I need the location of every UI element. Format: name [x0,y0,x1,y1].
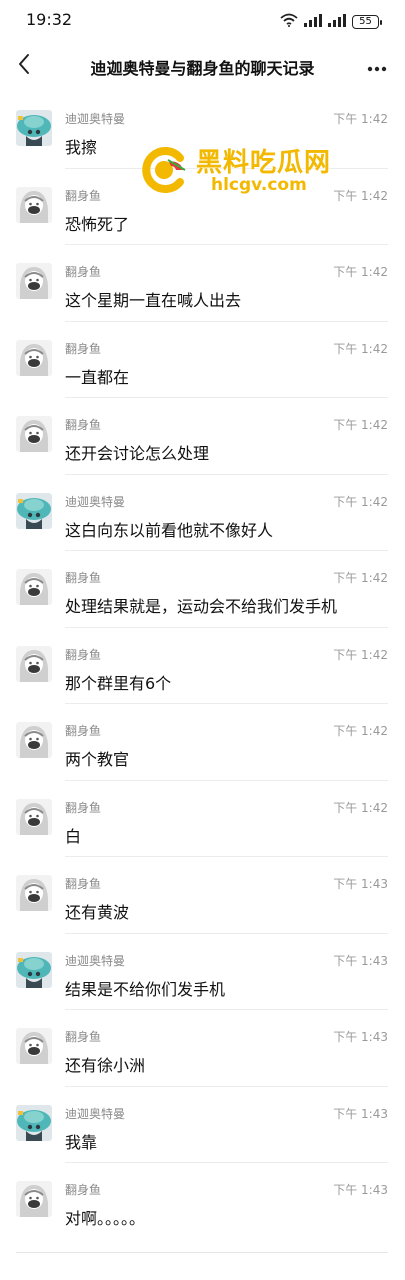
message-text: 结果是不给你们发手机 [65,979,226,999]
message-item[interactable]: 翻身鱼 下午 1:42 那个群里有6个 [0,628,405,704]
message-time: 下午 1:42 [333,341,388,356]
message-text: 处理结果就是，运动会不给我们发手机 [65,597,338,616]
sender-name: 翻身鱼 [65,647,102,662]
message-time: 下午 1:42 [333,494,388,509]
list-end-divider [16,1252,388,1253]
message-time: 下午 1:42 [333,418,388,432]
watermark: 黑料吃瓜网 hlcgv.com [138,142,338,202]
message-item[interactable]: 翻身鱼 下午 1:42 这个星期一直在喊人出去 [0,245,405,322]
message-time: 下午 1:43 [333,1183,388,1197]
page-title: 迪迦奥特曼与翻身鱼的聊天记录 [90,59,315,78]
message-item[interactable]: 迪迦奥特曼 下午 1:42 这白向东以前看他就不像好人 [0,475,405,551]
message-text: 恐怖死了 [65,214,130,234]
avatar[interactable] [16,1181,52,1217]
watermark-url: hlcgv.com [211,175,307,195]
sender-name: 翻身鱼 [65,341,102,356]
message-text: 这白向东以前看他就不像好人 [65,520,274,540]
message-item[interactable]: 翻身鱼 下午 1:42 白 [0,781,405,857]
sender-name: 翻身鱼 [65,188,102,203]
message-list[interactable]: 迪迦奥特曼 下午 1:42 我擦 翻身鱼 下午 1:42 恐怖死了 翻身鱼 下午 1:42 这个… [0,92,405,1256]
message-text: 一直都在 [65,367,130,387]
battery-icon: 55 [352,14,382,29]
avatar[interactable] [16,1028,52,1064]
sender-name: 迪迦奥特曼 [65,953,126,968]
message-text: 还有黄波 [65,903,130,922]
avatar[interactable] [16,110,52,146]
avatar[interactable] [16,339,52,376]
message-time: 下午 1:42 [333,265,388,279]
message-time: 下午 1:42 [333,571,388,585]
signal-icon [328,12,346,31]
avatar[interactable] [16,951,52,988]
message-item[interactable]: 翻身鱼 下午 1:43 还有黄波 [0,857,405,934]
avatar[interactable] [16,722,52,758]
sender-name: 翻身鱼 [65,1183,102,1197]
avatar[interactable] [16,875,52,911]
avatar[interactable] [16,798,52,835]
message-time: 下午 1:42 [333,647,388,662]
signal-icon [304,12,322,31]
message-text: 还开会讨论怎么处理 [65,444,210,463]
message-text: 还有徐小洲 [65,1056,146,1075]
sender-name: 翻身鱼 [65,418,102,432]
message-time: 下午 1:43 [333,1030,388,1044]
back-button[interactable] [10,52,38,80]
avatar[interactable] [16,263,52,299]
avatar[interactable] [16,569,52,605]
message-text: 这个星期一直在喊人出去 [65,291,242,310]
avatar[interactable] [16,1104,52,1141]
more-options-button[interactable] [363,52,391,80]
status-bar: 19:32 55 [0,0,405,40]
sender-name: 迪迦奥特曼 [65,112,126,126]
status-icons: 55 [280,12,382,31]
message-time: 下午 1:42 [333,724,388,738]
message-item[interactable]: 迪迦奥特曼 下午 1:43 结果是不给你们发手机 [0,934,405,1010]
message-time: 下午 1:42 [333,188,388,203]
watermark-logo-icon [138,144,190,200]
sender-name: 翻身鱼 [65,800,102,815]
sender-name: 迪迦奥特曼 [65,1106,126,1121]
avatar[interactable] [16,645,52,682]
chat-header: 迪迦奥特曼与翻身鱼的聊天记录 [0,40,405,92]
watermark-title: 黑料吃瓜网 [196,148,332,178]
sender-name: 迪迦奥特曼 [65,494,126,509]
message-text: 那个群里有6个 [65,673,172,693]
avatar[interactable] [16,492,52,529]
message-item[interactable]: 翻身鱼 下午 1:43 对啊。。。。。 [0,1163,405,1240]
status-time: 19:32 [26,10,73,29]
message-item[interactable]: 翻身鱼 下午 1:42 还开会讨论怎么处理 [0,398,405,475]
message-time: 下午 1:43 [333,1106,388,1121]
sender-name: 翻身鱼 [65,724,102,738]
sender-name: 翻身鱼 [65,265,102,279]
message-item[interactable]: 翻身鱼 下午 1:43 还有徐小洲 [0,1010,405,1087]
more-dots-icon [367,57,387,76]
message-time: 下午 1:43 [333,953,388,968]
message-time: 下午 1:43 [333,877,388,891]
message-item[interactable]: 翻身鱼 下午 1:42 两个教官 [0,704,405,781]
sender-name: 翻身鱼 [65,571,102,585]
message-text: 对啊。。。。。 [65,1209,146,1228]
avatar[interactable] [16,416,52,452]
message-time: 下午 1:42 [333,800,388,815]
avatar[interactable] [16,186,52,223]
message-item[interactable]: 翻身鱼 下午 1:42 一直都在 [0,322,405,398]
message-text: 白 [65,826,82,846]
message-text: 两个教官 [65,750,130,769]
message-item[interactable]: 翻身鱼 下午 1:42 处理结果就是，运动会不给我们发手机 [0,551,405,628]
message-item[interactable]: 迪迦奥特曼 下午 1:43 我靠 [0,1087,405,1163]
sender-name: 翻身鱼 [65,877,102,891]
message-text: 我擦 [65,138,98,157]
sender-name: 翻身鱼 [65,1030,102,1044]
wifi-icon [280,12,298,31]
message-time: 下午 1:42 [333,112,388,126]
battery-level: 55 [359,15,372,27]
message-text: 我靠 [65,1132,98,1152]
chevron-left-icon [17,53,31,79]
